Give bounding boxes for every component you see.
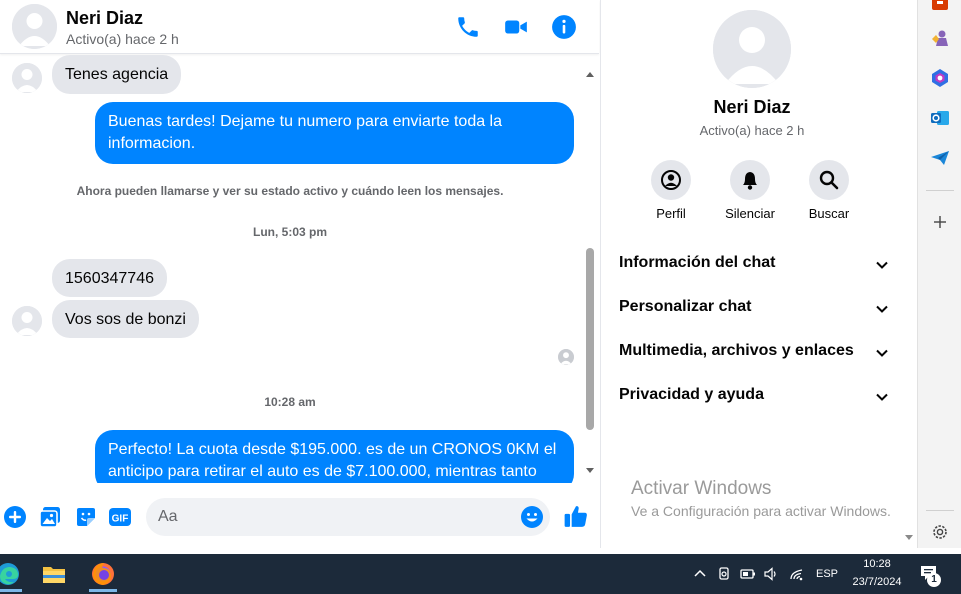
send-icon[interactable]: [930, 148, 950, 168]
profile-action-button[interactable]: Perfil: [631, 160, 711, 221]
scroll-up-arrow-icon[interactable]: [586, 72, 594, 77]
default-user-icon: [558, 349, 574, 365]
section-customize-chat[interactable]: Personalizar chat: [619, 288, 889, 328]
message-incoming[interactable]: Vos sos de bonzi: [52, 300, 199, 338]
contact-name[interactable]: Neri Diaz: [66, 8, 143, 29]
sticker-icon[interactable]: [74, 505, 98, 529]
outlook-icon[interactable]: [930, 108, 950, 128]
info-icon[interactable]: [551, 14, 577, 40]
system-notice: Ahora pueden llamarse y ver su estado ac…: [76, 184, 504, 198]
video-call-icon[interactable]: [503, 14, 529, 40]
search-action-label: Buscar: [808, 206, 850, 221]
profile-avatar[interactable]: [713, 10, 791, 88]
input-language-indicator[interactable]: ESP: [816, 568, 838, 580]
chevron-down-icon: [876, 393, 888, 401]
section-label: Personalizar chat: [619, 298, 752, 315]
gallery-icon[interactable]: [38, 505, 62, 529]
gif-icon[interactable]: GIF: [108, 505, 132, 529]
message-input[interactable]: [146, 498, 550, 536]
timestamp-divider: 10:28 am: [264, 395, 316, 409]
scroll-down-arrow-icon[interactable]: [586, 468, 594, 473]
default-user-icon: [12, 4, 57, 49]
message-list[interactable]: Tenes agencia Buenas tardes! Dejame tu n…: [0, 55, 599, 483]
taskbar-file-explorer-button[interactable]: [34, 556, 74, 592]
timestamp-divider: Lun, 5:03 pm: [252, 225, 327, 239]
sidebar-divider: [926, 510, 954, 511]
chevron-up-icon[interactable]: [692, 566, 708, 582]
section-label: Privacidad y ayuda: [619, 386, 764, 403]
add-icon[interactable]: [930, 212, 950, 232]
section-chat-info[interactable]: Información del chat: [619, 244, 889, 284]
message-outgoing[interactable]: Buenas tardes! Dejame tu numero para env…: [95, 102, 574, 164]
wifi-icon[interactable]: [789, 566, 805, 582]
profile-icon: [651, 160, 691, 200]
contact-status: Activo(a) hace 2 h: [66, 31, 179, 47]
more-actions-icon[interactable]: [3, 505, 27, 529]
panel-scroll-down-icon[interactable]: [905, 535, 913, 540]
thumbs-up-icon[interactable]: [563, 503, 589, 529]
chevron-down-icon: [876, 349, 888, 357]
section-privacy-help[interactable]: Privacidad y ayuda: [619, 376, 889, 416]
shopping-icon[interactable]: [930, 0, 950, 12]
battery-icon[interactable]: [740, 566, 756, 582]
notification-count-badge: 1: [927, 573, 941, 587]
seen-receipt-avatar: [558, 349, 574, 365]
copilot-icon[interactable]: [930, 68, 950, 88]
bell-icon: [730, 160, 770, 200]
profile-action-label: Perfil: [656, 206, 686, 221]
sender-avatar[interactable]: [12, 306, 42, 336]
activation-watermark-title: Activar Windows: [631, 478, 772, 499]
clock-date[interactable]: 23/7/2024: [846, 576, 908, 588]
chat-header: Neri Diaz Activo(a) hace 2 h: [0, 0, 599, 54]
profile-name: Neri Diaz: [713, 97, 791, 117]
message-incoming[interactable]: 1560347746: [52, 259, 167, 297]
gear-icon[interactable]: [930, 522, 950, 542]
section-label: Multimedia, archivos y enlaces: [619, 342, 854, 359]
sender-avatar[interactable]: [12, 63, 42, 93]
voice-call-icon[interactable]: [455, 14, 481, 40]
device-icon[interactable]: [716, 566, 732, 582]
browser-sidebar: [917, 0, 961, 548]
message-incoming[interactable]: Tenes agencia: [52, 55, 182, 94]
windows-taskbar: ESP 10:28 23/7/2024 1: [0, 554, 961, 594]
edge-icon: [0, 563, 19, 585]
chevron-down-icon: [876, 261, 888, 269]
search-icon: [809, 160, 849, 200]
clock-time[interactable]: 10:28: [852, 558, 902, 570]
default-user-icon: [713, 10, 791, 88]
profile-status: Activo(a) hace 2 h: [699, 123, 805, 138]
messages-scrollbar[interactable]: [583, 62, 597, 482]
scroll-thumb[interactable]: [586, 248, 594, 430]
mute-action-button[interactable]: Silenciar: [710, 160, 790, 221]
games-icon[interactable]: [930, 28, 950, 48]
mute-action-label: Silenciar: [725, 206, 775, 221]
volume-icon[interactable]: [763, 566, 779, 582]
section-label: Información del chat: [619, 254, 776, 271]
message-composer: GIF: [0, 486, 599, 548]
sidebar-divider: [926, 190, 954, 191]
active-indicator: [89, 589, 117, 592]
active-indicator: [0, 589, 22, 592]
message-outgoing[interactable]: Perfecto! La cuota desde $195.000. es de…: [95, 430, 574, 483]
default-user-icon: [12, 63, 42, 93]
contact-avatar[interactable]: [12, 4, 57, 49]
conversation-info-panel: Neri Diaz Activo(a) hace 2 h Perfil Sile…: [600, 0, 916, 548]
svg-text:GIF: GIF: [112, 514, 129, 525]
taskbar-edge-button[interactable]: [0, 556, 28, 592]
chevron-down-icon: [876, 305, 888, 313]
firefox-icon: [92, 563, 114, 585]
taskbar-firefox-button[interactable]: [83, 556, 123, 592]
search-action-button[interactable]: Buscar: [789, 160, 869, 221]
folder-icon: [43, 567, 65, 583]
emoji-icon[interactable]: [520, 505, 544, 529]
default-user-icon: [12, 306, 42, 336]
section-media-files[interactable]: Multimedia, archivos y enlaces: [619, 332, 889, 372]
activation-watermark-subtitle: Ve a Configuración para activar Windows.: [631, 503, 891, 519]
